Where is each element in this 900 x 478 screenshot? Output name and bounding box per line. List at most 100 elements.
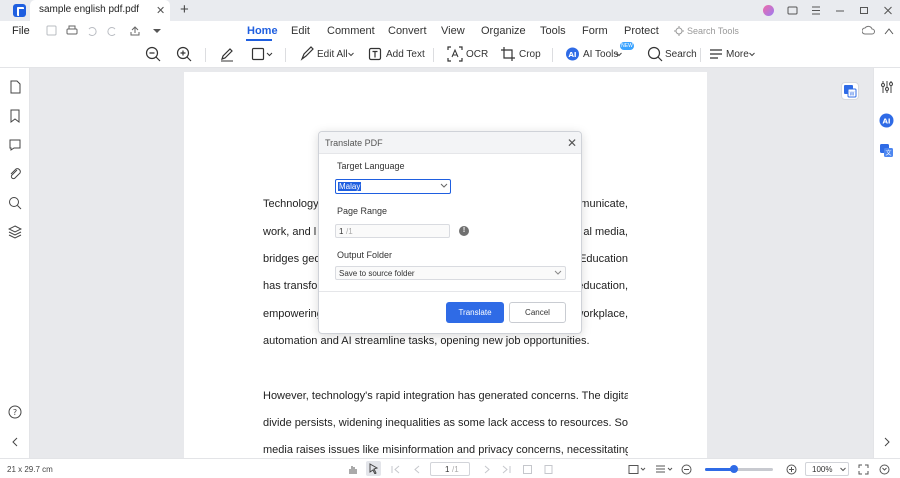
text-line: bridges geo (263, 253, 321, 265)
hand-tool-icon[interactable] (347, 464, 358, 475)
page-layout-icon[interactable] (655, 464, 673, 475)
tab-form[interactable]: Form (582, 25, 608, 37)
layers-icon[interactable] (8, 225, 22, 239)
save-icon[interactable] (46, 25, 58, 37)
output-folder-value: Save to source folder (339, 269, 415, 278)
ocr-icon[interactable] (447, 46, 463, 62)
next-page-icon[interactable] (481, 464, 492, 475)
print-icon[interactable] (66, 25, 78, 37)
translate-button[interactable]: Translate (446, 302, 504, 323)
share-icon[interactable] (129, 25, 141, 37)
dialog-close-icon[interactable]: ✕ (567, 136, 577, 150)
cancel-button[interactable]: Cancel (509, 302, 566, 323)
comment-icon[interactable] (8, 138, 22, 152)
collapse-left-panel-icon[interactable] (8, 435, 22, 449)
zoom-slider-thumb[interactable] (729, 465, 738, 473)
crop-button[interactable]: Crop (519, 49, 541, 60)
collapse-ribbon-icon[interactable] (884, 27, 894, 35)
ai-tools-dropdown-icon[interactable] (616, 52, 622, 57)
tab-tools[interactable]: Tools (540, 25, 566, 37)
edit-all-icon[interactable] (300, 46, 314, 62)
more-dropdown-icon[interactable] (749, 52, 755, 57)
tab-home[interactable]: Home (247, 25, 278, 37)
ai-assistant-icon[interactable]: AI (879, 113, 894, 128)
highlighter-icon[interactable] (219, 46, 235, 62)
more-icon[interactable] (709, 46, 723, 62)
first-page-icon[interactable] (390, 464, 401, 475)
add-text-button[interactable]: Add Text (386, 49, 425, 60)
output-folder-select[interactable]: Save to source folder (335, 266, 566, 280)
chevron-down-icon (840, 467, 846, 472)
ai-tools-button[interactable]: AI Tools (583, 49, 618, 60)
document-tab[interactable]: sample english pdf.pdf ✕ (30, 0, 170, 21)
tab-edit[interactable]: Edit (291, 25, 310, 37)
new-tab-icon[interactable]: + (180, 1, 189, 18)
quick-access-dropdown-icon[interactable] (151, 25, 163, 37)
presentation-icon[interactable] (879, 464, 890, 475)
translate-panel-icon[interactable]: 文 (879, 143, 894, 158)
crop-icon[interactable] (500, 46, 516, 62)
current-page: 1 (445, 465, 450, 474)
page-size-label: 21 x 29.7 cm (7, 465, 53, 474)
menu-icon[interactable] (804, 0, 828, 21)
search-tools-input[interactable]: Search Tools (687, 26, 739, 36)
text-line: al media, (583, 226, 628, 238)
view-mode-icon[interactable] (628, 464, 646, 475)
zoom-in-icon[interactable] (176, 46, 192, 62)
tab-comment[interactable]: Comment (327, 25, 375, 37)
bookmark-icon[interactable] (8, 109, 22, 123)
previous-page-icon[interactable] (412, 464, 423, 475)
target-language-select[interactable]: Malay (335, 179, 451, 194)
maximize-icon[interactable] (852, 0, 876, 21)
tab-close-icon[interactable]: ✕ (156, 4, 165, 17)
tab-view[interactable]: View (441, 25, 465, 37)
zoom-out-status-icon[interactable] (681, 464, 692, 475)
edit-all-dropdown-icon[interactable] (348, 52, 354, 57)
search-icon[interactable] (647, 46, 663, 62)
collapse-right-panel-icon[interactable] (881, 435, 893, 449)
tab-convert[interactable]: Convert (388, 25, 427, 37)
zoom-slider[interactable] (705, 465, 773, 473)
search-button[interactable]: Search (665, 49, 697, 60)
left-sidebar: ? (0, 68, 30, 458)
tab-protect[interactable]: Protect (624, 25, 659, 37)
file-menu[interactable]: File (12, 25, 30, 37)
thumbnails-icon[interactable] (8, 80, 22, 94)
text-line: has transfo (263, 280, 318, 292)
close-window-icon[interactable] (876, 0, 900, 21)
window-controls (756, 0, 900, 21)
minimize-icon[interactable] (828, 0, 852, 21)
edit-all-button[interactable]: Edit All (317, 49, 348, 60)
attachment-icon[interactable] (8, 167, 22, 181)
add-text-icon[interactable] (368, 46, 383, 62)
info-icon[interactable]: ! (459, 226, 469, 236)
ocr-button[interactable]: OCR (466, 49, 488, 60)
text-line: empowering (263, 308, 323, 320)
search-panel-icon[interactable] (8, 196, 22, 210)
properties-icon[interactable] (880, 80, 894, 94)
zoom-in-status-icon[interactable] (786, 464, 797, 475)
svg-text:文: 文 (885, 149, 891, 157)
zoom-level-select[interactable]: 100% (805, 462, 849, 476)
fullscreen-icon[interactable] (858, 464, 869, 475)
translate-floating-button[interactable]: W (841, 82, 859, 100)
avatar[interactable] (756, 0, 780, 21)
ai-tools-icon[interactable]: AI (565, 46, 580, 62)
fit-page-icon[interactable] (522, 464, 533, 475)
more-button[interactable]: More (726, 49, 749, 60)
dialog-title: Translate PDF (325, 138, 383, 148)
last-page-icon[interactable] (501, 464, 512, 475)
fit-width-icon[interactable] (543, 464, 554, 475)
zoom-out-icon[interactable] (145, 46, 161, 62)
page-range-input[interactable]: 1 /1 (335, 224, 450, 238)
page-number-input[interactable]: 1 /1 (430, 462, 470, 476)
message-icon[interactable] (780, 0, 804, 21)
tab-organize[interactable]: Organize (481, 25, 526, 37)
page-range-total: /1 (346, 227, 353, 236)
undo-icon[interactable] (86, 25, 98, 37)
redo-icon[interactable] (106, 25, 118, 37)
select-tool-button[interactable] (366, 461, 381, 476)
help-icon[interactable]: ? (8, 405, 22, 419)
shape-icon[interactable] (251, 46, 273, 62)
cloud-upload-icon[interactable] (862, 25, 875, 36)
